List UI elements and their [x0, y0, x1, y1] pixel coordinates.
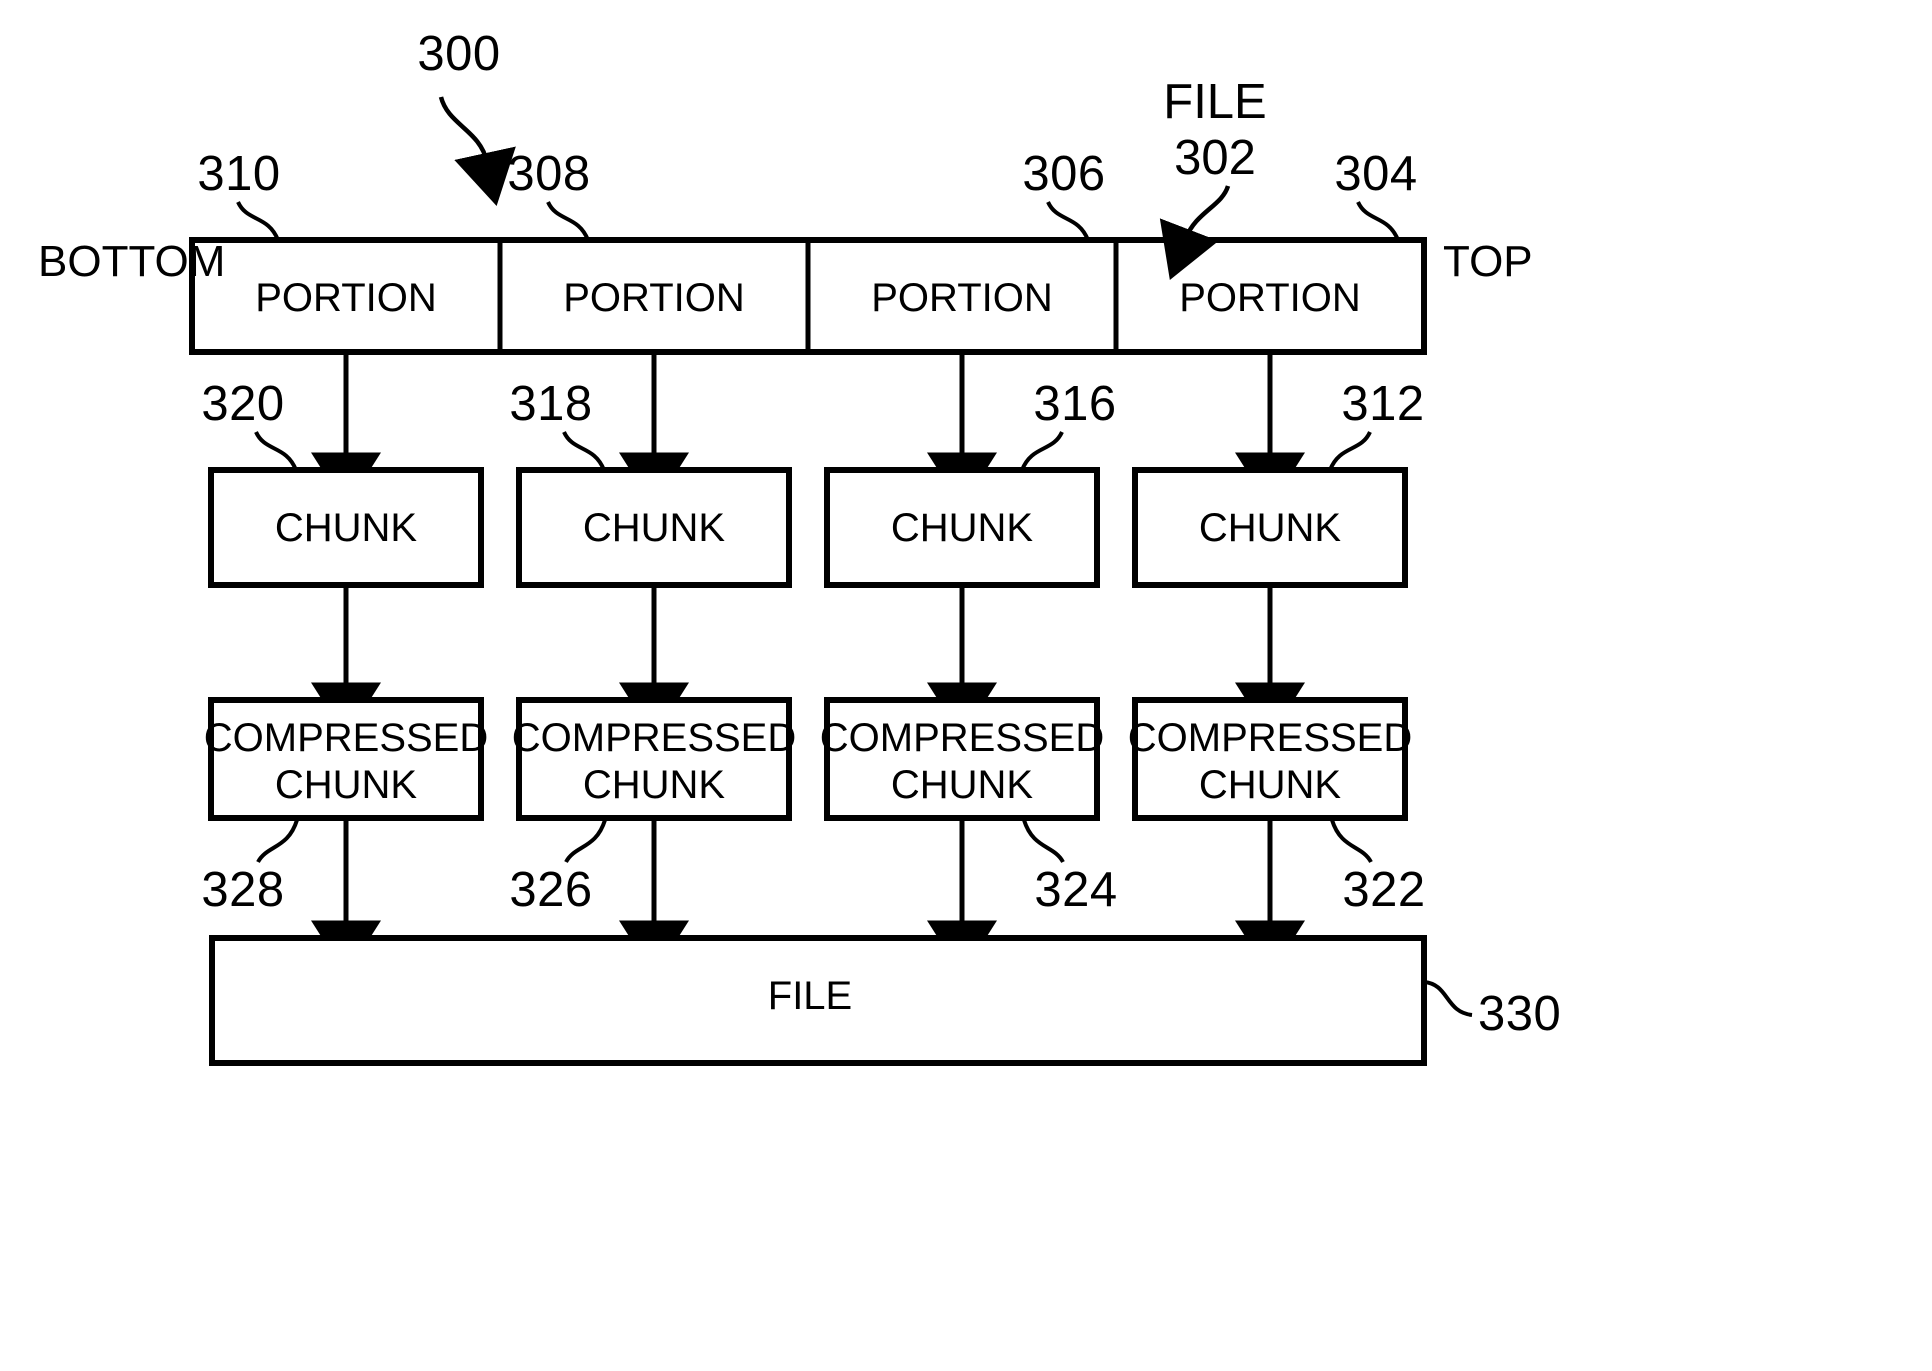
patent-figure: 300 BOTTOM TOP FILE 302 310 308 306 304 … [0, 0, 1932, 1371]
compressed-chunk-label-3-line2: CHUNK [890, 763, 1034, 807]
portion-ref-leaders [236, 201, 1400, 241]
ref-316: 316 [1033, 377, 1117, 431]
ref-312: 312 [1341, 377, 1425, 431]
compressed-chunk-label-2-line2: CHUNK [582, 763, 726, 807]
figure-number-leader [438, 96, 516, 206]
figure-drawing-layer [189, 96, 1473, 1066]
file-bar-ref-leader [1423, 980, 1473, 1017]
compressed-chunk-label-4-line1: COMPRESSED [1127, 716, 1413, 760]
ref-310: 310 [197, 147, 281, 201]
ref-318: 318 [509, 377, 593, 431]
top-edge-label: TOP [1443, 237, 1533, 286]
portion-label-4: PORTION [1179, 276, 1361, 320]
ref-308: 308 [507, 147, 591, 201]
bottom-edge-label: BOTTOM [38, 237, 226, 286]
ref-328: 328 [201, 863, 285, 917]
compressed-chunk-label-3-line1: COMPRESSED [819, 716, 1105, 760]
chunk-to-compressed-arrows [311, 585, 1305, 738]
figure-number: 300 [417, 27, 501, 81]
compressed-chunk-label-1-line1: COMPRESSED [203, 716, 489, 760]
ref-326: 326 [509, 863, 593, 917]
portion-to-chunk-arrows [311, 352, 1305, 508]
ref-324: 324 [1034, 863, 1118, 917]
chunk-ref-leaders [254, 431, 1372, 471]
file-callout-word: FILE [1163, 75, 1267, 129]
portion-label-3: PORTION [871, 276, 1053, 320]
file-callout-ref: 302 [1174, 131, 1256, 185]
portion-label-1: PORTION [255, 276, 437, 320]
file-bar-label: FILE [767, 974, 853, 1018]
chunk-label-2: CHUNK [582, 506, 726, 550]
ref-322: 322 [1342, 863, 1426, 917]
ref-330: 330 [1478, 987, 1562, 1041]
chunk-label-4: CHUNK [1198, 506, 1342, 550]
file-302-leader [1159, 185, 1231, 280]
compressed-ref-leaders [256, 819, 1373, 864]
compressed-chunk-label-1-line2: CHUNK [274, 763, 418, 807]
ref-306: 306 [1022, 147, 1106, 201]
compressed-chunk-label-4-line2: CHUNK [1198, 763, 1342, 807]
ref-320: 320 [201, 377, 285, 431]
ref-304: 304 [1334, 147, 1418, 201]
chunk-label-3: CHUNK [890, 506, 1034, 550]
chunk-label-1: CHUNK [274, 506, 418, 550]
compressed-to-file-arrows [311, 818, 1305, 976]
portion-label-2: PORTION [563, 276, 745, 320]
compressed-chunk-label-2-line1: COMPRESSED [511, 716, 797, 760]
